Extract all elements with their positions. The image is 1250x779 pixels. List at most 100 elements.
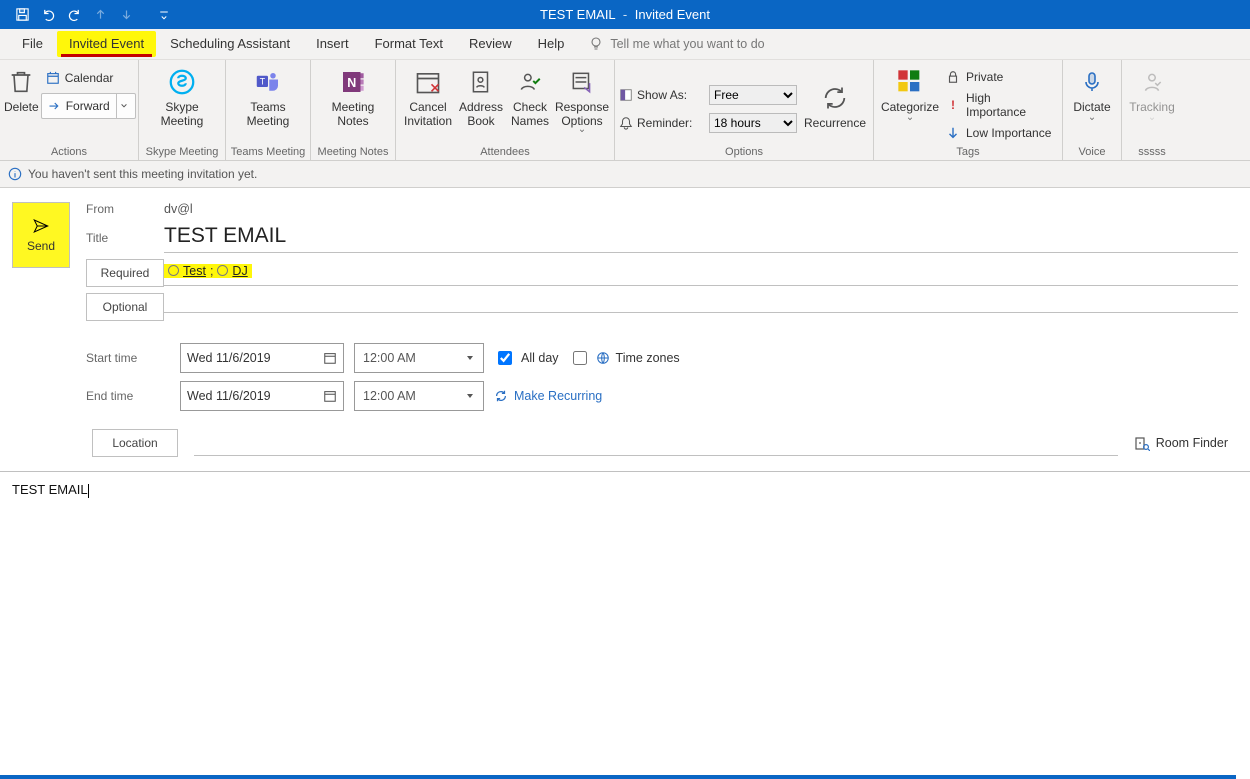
required-input[interactable]: Test; DJ xyxy=(164,260,1238,287)
meeting-form: Send From dv@l Title TEST EMAIL Required… xyxy=(0,188,1250,419)
undo-icon[interactable] xyxy=(36,4,60,26)
chevron-down-icon[interactable] xyxy=(116,94,131,118)
tab-format-text[interactable]: Format Text xyxy=(363,31,455,57)
chevron-down-icon xyxy=(1148,116,1156,122)
start-time-picker[interactable]: 12:00 AM xyxy=(354,343,484,373)
arrow-down-icon xyxy=(946,126,960,140)
tracking-button: Tracking xyxy=(1126,62,1178,122)
options-list-icon xyxy=(566,66,598,98)
send-button[interactable]: Send xyxy=(12,202,70,268)
group-notes-label: Meeting Notes xyxy=(311,146,395,160)
quick-access-toolbar xyxy=(0,4,176,26)
message-body[interactable]: TEST EMAIL xyxy=(0,472,1250,508)
trash-icon xyxy=(5,66,37,98)
ribbon: Delete Calendar Forward Actions xyxy=(0,60,1250,161)
show-as-select[interactable]: Free xyxy=(709,85,797,105)
reminder-label: Reminder: xyxy=(637,116,705,130)
cancel-invitation-button[interactable]: Cancel Invitation xyxy=(400,62,456,128)
tab-review[interactable]: Review xyxy=(457,31,524,57)
group-options-label: Options xyxy=(615,146,873,160)
optional-button[interactable]: Optional xyxy=(86,293,164,321)
show-as-icon xyxy=(619,88,633,102)
reminder-select[interactable]: 18 hours xyxy=(709,113,797,133)
response-options-button[interactable]: Response Options xyxy=(554,62,610,134)
microphone-icon xyxy=(1076,66,1108,98)
recipient-test[interactable]: Test xyxy=(183,264,206,278)
room-finder-button[interactable]: Room Finder xyxy=(1134,435,1232,451)
chevron-down-icon xyxy=(465,391,475,401)
info-bar: You haven't sent this meeting invitation… xyxy=(0,161,1250,188)
title-input[interactable]: TEST EMAIL xyxy=(164,222,1238,253)
svg-text:T: T xyxy=(260,77,266,87)
tab-scheduling[interactable]: Scheduling Assistant xyxy=(158,31,302,57)
from-label: From xyxy=(86,202,164,216)
tab-invited-event[interactable]: Invited Event xyxy=(57,31,156,57)
meeting-notes-button[interactable]: N Meeting Notes xyxy=(322,62,384,128)
end-time-picker[interactable]: 12:00 AM xyxy=(354,381,484,411)
chevron-down-icon xyxy=(578,128,586,134)
all-day-checkbox[interactable]: All day xyxy=(494,348,559,368)
presence-icon xyxy=(217,265,228,276)
delete-button[interactable]: Delete xyxy=(4,62,39,114)
from-value: dv@l xyxy=(164,202,1238,216)
presence-icon xyxy=(168,265,179,276)
chevron-down-icon xyxy=(906,116,914,122)
lightbulb-icon xyxy=(588,36,604,52)
dictate-button[interactable]: Dictate xyxy=(1067,62,1117,122)
arrow-down-icon xyxy=(114,4,138,26)
optional-input[interactable] xyxy=(164,302,1238,313)
group-actions-label: Actions xyxy=(0,146,138,160)
tracking-icon xyxy=(1136,66,1168,98)
private-button[interactable]: Private xyxy=(942,66,1058,88)
chevron-down-icon xyxy=(1088,116,1096,122)
start-date-picker[interactable]: Wed 11/6/2019 xyxy=(180,343,344,373)
customize-qat-icon[interactable] xyxy=(152,4,176,26)
recurrence-icon xyxy=(819,82,851,114)
calendar-icon xyxy=(45,71,61,85)
book-icon xyxy=(465,66,497,98)
check-person-icon xyxy=(514,66,546,98)
tell-me-search[interactable]: Tell me what you want to do xyxy=(588,36,764,52)
teams-meeting-button[interactable]: T Teams Meeting xyxy=(237,62,299,128)
end-time-label: End time xyxy=(86,389,164,403)
window-footer xyxy=(0,775,1236,779)
show-as-label: Show As: xyxy=(637,88,705,102)
save-icon[interactable] xyxy=(10,4,34,26)
tab-insert[interactable]: Insert xyxy=(304,31,361,57)
required-button[interactable]: Required xyxy=(86,259,164,287)
group-sssss-label: sssss xyxy=(1122,146,1182,160)
redo-icon[interactable] xyxy=(62,4,86,26)
group-teams-label: Teams Meeting xyxy=(226,146,310,160)
send-icon xyxy=(28,217,54,235)
time-zones-checkbox[interactable]: Time zones xyxy=(569,348,680,368)
tab-file[interactable]: File xyxy=(10,31,55,57)
globe-icon xyxy=(596,351,610,365)
cancel-calendar-icon xyxy=(412,66,444,98)
forward-button[interactable]: Forward xyxy=(41,93,136,119)
calendar-icon xyxy=(323,389,337,403)
room-icon xyxy=(1134,435,1150,451)
low-importance-button[interactable]: Low Importance xyxy=(942,122,1058,144)
categorize-button[interactable]: Categorize xyxy=(878,62,942,122)
address-book-button[interactable]: Address Book xyxy=(456,62,506,128)
recipient-dj[interactable]: DJ xyxy=(232,264,247,278)
high-importance-button[interactable]: ! High Importance xyxy=(942,94,1058,116)
make-recurring-button[interactable]: Make Recurring xyxy=(494,389,602,403)
chevron-down-icon xyxy=(465,353,475,363)
group-tags-label: Tags xyxy=(874,146,1062,160)
location-input[interactable] xyxy=(194,431,1118,456)
title-bar: TEST EMAIL - Invited Event xyxy=(0,0,1250,29)
categories-icon xyxy=(894,66,926,98)
recurrence-icon xyxy=(494,389,508,403)
recurrence-button[interactable]: Recurrence xyxy=(801,78,869,130)
skype-icon xyxy=(166,66,198,98)
check-names-button[interactable]: Check Names xyxy=(506,62,554,128)
info-icon xyxy=(8,167,22,181)
window-title: TEST EMAIL - Invited Event xyxy=(0,7,1250,22)
tab-help[interactable]: Help xyxy=(526,31,577,57)
end-date-picker[interactable]: Wed 11/6/2019 xyxy=(180,381,344,411)
svg-text:N: N xyxy=(347,76,356,90)
skype-meeting-button[interactable]: Skype Meeting xyxy=(151,62,213,128)
location-button[interactable]: Location xyxy=(92,429,178,457)
copy-to-calendar-button[interactable]: Calendar xyxy=(41,66,136,90)
